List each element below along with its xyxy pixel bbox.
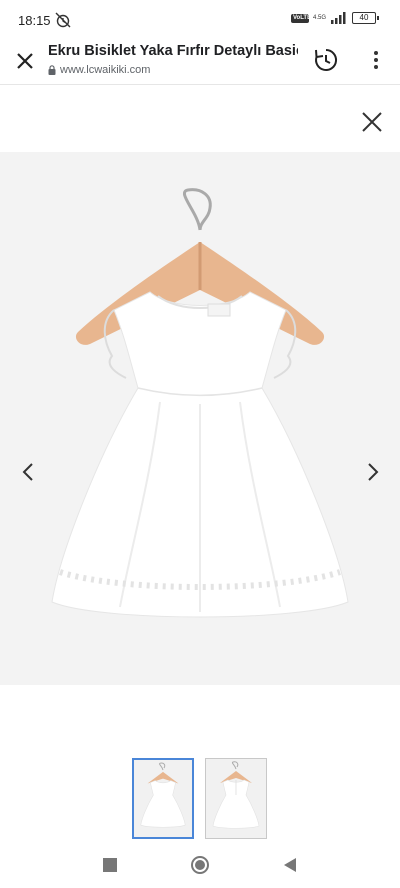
alarm-off-icon xyxy=(55,12,71,28)
back-button[interactable] xyxy=(278,853,302,877)
menu-dot xyxy=(374,65,378,69)
chevron-right-icon[interactable] xyxy=(360,460,384,484)
history-icon[interactable] xyxy=(312,46,340,74)
network-type: 4.5G xyxy=(312,15,326,21)
lock-icon xyxy=(48,65,56,75)
system-nav-bar xyxy=(0,845,400,888)
url-display: www.lcwaikiki.com xyxy=(48,64,150,76)
home-button[interactable] xyxy=(188,853,212,877)
menu-dot xyxy=(374,58,378,62)
volte-badge: VoLTE xyxy=(290,13,312,23)
thumbnail-dress-icon xyxy=(140,762,186,828)
thumbnail-2[interactable] xyxy=(205,758,267,839)
status-time: 18:15 xyxy=(18,13,51,28)
browser-toolbar: Ekru Bisiklet Yaka Fırfır Detaylı Basic … xyxy=(0,40,400,85)
battery-icon: 40 xyxy=(352,12,379,24)
status-bar: 18:15 VoLTE 4.5G 40 xyxy=(0,0,400,40)
signal-icon xyxy=(331,12,346,24)
url-text: www.lcwaikiki.com xyxy=(60,64,151,76)
thumbnail-strip xyxy=(132,758,267,839)
page-title: Ekru Bisiklet Yaka Fırfır Detaylı Basic xyxy=(48,43,298,59)
dress-image xyxy=(51,188,349,618)
close-tab-button[interactable] xyxy=(12,48,38,74)
more-options-button[interactable] xyxy=(364,48,388,72)
thumbnail-1[interactable] xyxy=(132,758,194,839)
triangle-back-icon xyxy=(284,858,296,872)
viewer-close-button[interactable] xyxy=(358,108,386,136)
circle-icon xyxy=(191,856,209,874)
more-vert-icon xyxy=(374,51,378,55)
product-image xyxy=(0,152,400,685)
status-icons: VoLTE 4.5G 40 xyxy=(290,12,379,24)
recents-button[interactable] xyxy=(98,853,122,877)
close-icon xyxy=(17,53,33,69)
chevron-left-icon[interactable] xyxy=(17,460,41,484)
thumbnail-dress-back-icon xyxy=(212,761,260,829)
square-icon xyxy=(103,858,117,872)
